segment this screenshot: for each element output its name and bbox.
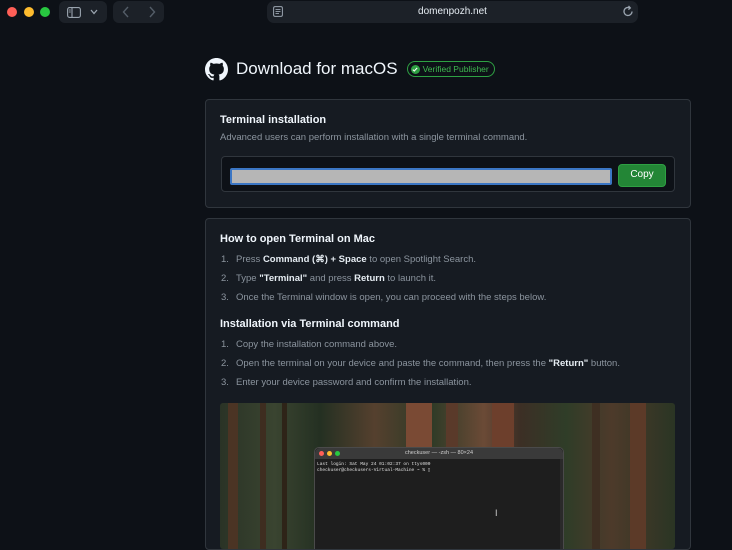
terminal-illustration: checkuser — -zsh — 80×24 Last login: Sat… [220, 403, 675, 549]
check-circle-icon [410, 64, 420, 74]
step-text: Press [236, 254, 263, 265]
page-heading: Download for macOS Verified Publisher [205, 56, 495, 82]
step-text: Type [236, 273, 260, 284]
install-command-field[interactable] [230, 168, 612, 185]
navigation-buttons [113, 1, 164, 23]
list-item: 1. Copy the installation command above. [221, 339, 397, 350]
install-via-terminal-title: Installation via Terminal command [220, 318, 400, 330]
zoom-window-button[interactable] [40, 7, 50, 17]
reload-icon[interactable] [622, 5, 634, 18]
step-number: 1. [221, 339, 229, 350]
github-logo-icon [205, 57, 228, 80]
minimize-window-button[interactable] [24, 7, 34, 17]
list-item: 2. Type "Terminal" and press Return to la… [221, 273, 436, 284]
step-number: 3. [221, 377, 229, 388]
terminal-line: Last login: Sat May 24 01:02:37 on ttys0… [317, 462, 431, 467]
forward-button[interactable] [139, 1, 164, 23]
page-settings-icon[interactable] [273, 6, 283, 17]
page-title: Download for macOS [236, 59, 398, 78]
step-emphasis: "Return" [548, 358, 589, 369]
browser-titlebar: domenpozh.net [0, 0, 732, 24]
tree-trunk [630, 403, 646, 549]
list-item: 3. Enter your device password and confirm… [221, 377, 472, 388]
command-box: Copy [221, 156, 675, 192]
step-number: 2. [221, 273, 229, 284]
list-item: 1. Press Command (⌘) + Space to open Spot… [221, 254, 476, 265]
copy-button[interactable]: Copy [618, 164, 666, 187]
text-cursor-icon: I [495, 508, 498, 518]
step-text: to open Spotlight Search. [366, 254, 476, 265]
step-text: and press [307, 273, 355, 284]
list-item: 3. Once the Terminal window is open, you … [221, 292, 546, 303]
tree-trunk [282, 403, 287, 549]
step-text: to launch it. [384, 273, 437, 284]
step-emphasis: "Terminal" [259, 273, 308, 284]
terminal-installation-title: Terminal installation [220, 114, 327, 126]
chevron-down-icon[interactable] [90, 9, 98, 15]
terminal-scrollbar [560, 459, 563, 549]
chevron-right-icon [148, 6, 155, 18]
step-number: 3. [221, 292, 229, 303]
list-item: 2. Open the terminal on your device and p… [221, 358, 620, 369]
step-text: button. [588, 358, 620, 369]
tree-trunk [228, 403, 238, 549]
step-number: 1. [221, 254, 229, 265]
step-text: Copy the installation command above. [236, 339, 398, 350]
terminal-line: checkuser@checkusers-Virtual-Machine ~ %… [317, 468, 431, 473]
step-emphasis: Return [354, 273, 385, 284]
tree-trunk [592, 403, 600, 549]
terminal-titlebar: checkuser — -zsh — 80×24 [315, 448, 563, 459]
address-bar[interactable]: domenpozh.net [267, 1, 638, 23]
step-text: Once the Terminal window is open, you ca… [236, 292, 547, 303]
step-text: Open the terminal on your device and pas… [236, 358, 549, 369]
sidebar-icon [67, 6, 81, 18]
close-window-button[interactable] [7, 7, 17, 17]
terminal-installation-card: Terminal installation Advanced users can… [205, 99, 691, 208]
sidebar-toggle-button[interactable] [59, 1, 107, 23]
chevron-left-icon [122, 6, 129, 18]
verified-badge-label: Verified Publisher [422, 64, 489, 74]
open-terminal-title: How to open Terminal on Mac [220, 233, 376, 245]
back-button[interactable] [113, 1, 138, 23]
instructions-card: How to open Terminal on Mac 1. Press Comm… [205, 218, 691, 550]
step-text: Enter your device password and confirm t… [236, 377, 472, 388]
terminal-title: checkuser — -zsh — 80×24 [404, 450, 474, 456]
tree-trunk [260, 403, 266, 549]
step-number: 2. [221, 358, 229, 369]
terminal-installation-subtitle: Advanced users can perform installation … [220, 132, 528, 143]
address-url: domenpozh.net [418, 6, 487, 17]
terminal-window: checkuser — -zsh — 80×24 Last login: Sat… [314, 447, 564, 549]
step-emphasis: Command (⌘) + Space [262, 254, 367, 265]
verified-publisher-badge: Verified Publisher [406, 61, 495, 77]
